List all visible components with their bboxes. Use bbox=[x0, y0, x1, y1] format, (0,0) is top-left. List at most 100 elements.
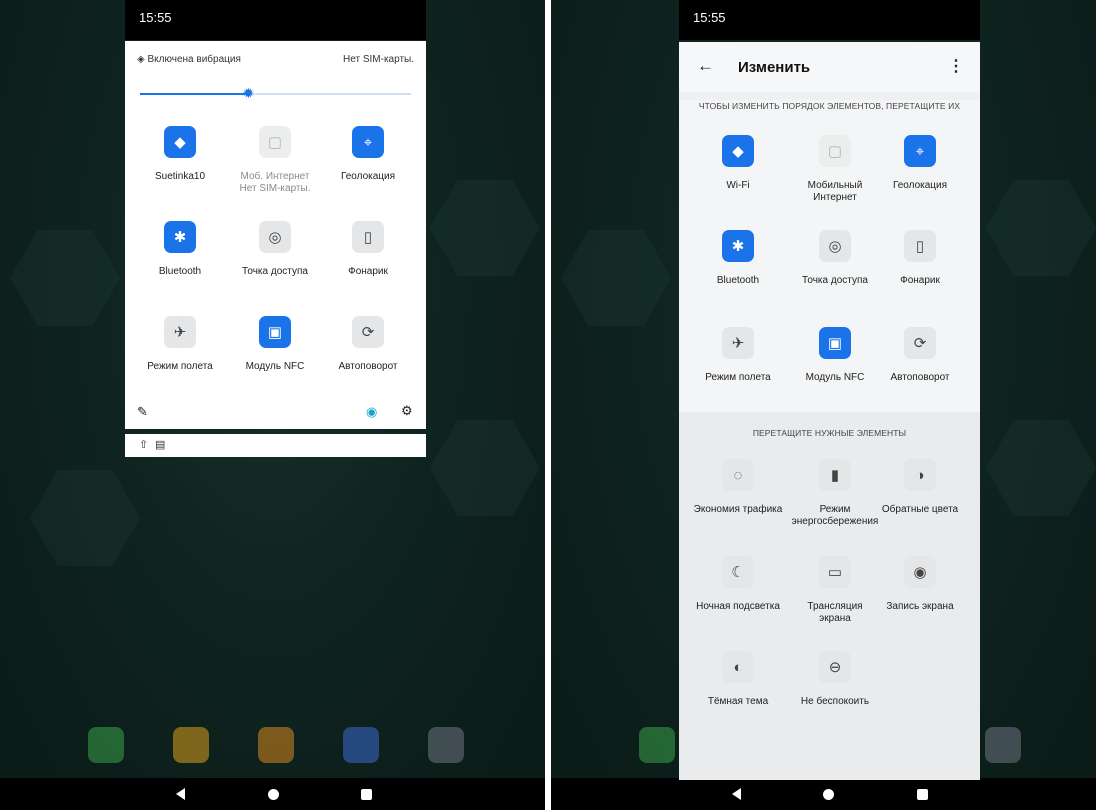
back-icon[interactable] bbox=[732, 788, 741, 800]
tile-location[interactable]: ⌖ Геолокация bbox=[872, 135, 968, 192]
tile-mobile-data[interactable]: ▢ Мобильный Интернет bbox=[787, 135, 883, 204]
tile-hotspot[interactable]: ◎ Точка доступа bbox=[230, 221, 320, 278]
wallpaper-hex bbox=[430, 180, 540, 276]
tile-wifi[interactable]: ◆ Suetinka10 bbox=[135, 126, 225, 183]
nfc-icon: ▣ bbox=[819, 327, 851, 359]
tile-label: Запись экрана bbox=[886, 601, 954, 612]
tile-dark-theme[interactable]: ◐ Тёмная тема bbox=[690, 651, 786, 708]
tile-label: Мобильный Интернет bbox=[807, 180, 863, 203]
tile-cast[interactable]: ▭ Трансляция экрана bbox=[787, 556, 883, 625]
browser-app-icon[interactable] bbox=[343, 727, 379, 763]
messages-app-icon[interactable] bbox=[173, 727, 209, 763]
brightness-slider[interactable]: ✹ bbox=[140, 86, 411, 100]
status-bar: 15:55 bbox=[125, 0, 426, 40]
mobile-data-icon: ▢ bbox=[819, 135, 851, 167]
navigation-bar bbox=[551, 778, 1096, 810]
wifi-icon: ◆ bbox=[722, 135, 754, 167]
flashlight-icon: ▯ bbox=[352, 221, 384, 253]
cast-icon: ▭ bbox=[819, 556, 851, 588]
tile-label: Точка доступа bbox=[242, 266, 308, 277]
hotspot-icon: ◎ bbox=[819, 230, 851, 262]
tile-autorotate[interactable]: ⟳ Автоповорот bbox=[872, 327, 968, 384]
tile-airplane[interactable]: ✈ Режим полета bbox=[690, 327, 786, 384]
wallpaper-hex bbox=[10, 230, 120, 326]
location-icon: ⌖ bbox=[352, 126, 384, 158]
drag-hint: ПЕРЕТАЩИТЕ НУЖНЫЕ ЭЛЕМЕНТЫ bbox=[752, 428, 907, 438]
recents-icon[interactable] bbox=[917, 789, 928, 800]
tile-nfc[interactable]: ▣ Модуль NFC bbox=[787, 327, 883, 384]
vibration-icon: ◈ bbox=[137, 54, 145, 65]
tile-label: Suetinka10 bbox=[154, 171, 206, 182]
more-options-icon[interactable]: ⋮ bbox=[948, 56, 964, 76]
camera-app-icon[interactable] bbox=[985, 727, 1021, 763]
tile-night-light[interactable]: ☾ Ночная подсветка bbox=[690, 556, 786, 613]
wallpaper-hex bbox=[561, 230, 671, 326]
tile-flashlight[interactable]: ▯ Фонарик bbox=[323, 221, 413, 278]
camera-app-icon[interactable] bbox=[428, 727, 464, 763]
user-icon[interactable]: ◉ bbox=[366, 404, 377, 420]
store-app-icon[interactable] bbox=[258, 727, 294, 763]
tile-label: Не беспокоить bbox=[800, 696, 870, 707]
tile-label: Экономия трафика bbox=[693, 504, 783, 515]
tile-label: Wi-Fi bbox=[726, 180, 750, 191]
tile-data-saver[interactable]: ◌ Экономия трафика bbox=[690, 459, 786, 516]
tile-screen-record[interactable]: ◉ Запись экрана bbox=[872, 556, 968, 613]
back-arrow-icon[interactable]: ← bbox=[697, 56, 714, 76]
wallpaper-hex bbox=[430, 420, 540, 516]
edit-header: ← Изменить ⋮ bbox=[679, 42, 980, 92]
tile-do-not-disturb[interactable]: ⊖ Не беспокоить bbox=[787, 651, 883, 708]
data-saver-icon: ◌ bbox=[722, 459, 754, 491]
reorder-hint: ЧТОБЫ ИЗМЕНИТЬ ПОРЯДОК ЭЛЕМЕНТОВ, ПЕРЕТА… bbox=[698, 101, 961, 111]
tile-label: Режим полета bbox=[705, 372, 771, 383]
tile-bluetooth[interactable]: ✱ Bluetooth bbox=[690, 230, 786, 287]
autorotate-icon: ⟳ bbox=[352, 316, 384, 348]
tile-invert-colors[interactable]: ◑ Обратные цвета bbox=[872, 459, 968, 516]
tile-mobile-data[interactable]: ▢ Моб. Интернет Нет SIM-карты. bbox=[230, 126, 320, 195]
edit-pencil-icon[interactable]: ✎ bbox=[137, 404, 148, 420]
tile-hotspot[interactable]: ◎ Точка доступа bbox=[787, 230, 883, 287]
mobile-data-icon: ▢ bbox=[259, 126, 291, 158]
edit-tiles-panel: ← Изменить ⋮ ЧТОБЫ ИЗМЕНИТЬ ПОРЯДОК ЭЛЕМ… bbox=[679, 42, 980, 780]
tile-label: Фонарик bbox=[348, 266, 388, 277]
wifi-icon: ◆ bbox=[164, 126, 196, 158]
tile-battery-saver[interactable]: ▮ Режим энергосбережения bbox=[787, 459, 883, 528]
phone-app-icon[interactable] bbox=[639, 727, 675, 763]
bluetooth-icon: ✱ bbox=[722, 230, 754, 262]
dark-theme-icon: ◐ bbox=[722, 651, 754, 683]
quick-settings-panel: ◈ Включена вибрация Нет SIM-карты. ✹ ◆ Su… bbox=[125, 41, 426, 429]
upload-icon: ⇧ bbox=[139, 439, 149, 451]
tile-label: Bluetooth bbox=[716, 275, 760, 286]
home-icon[interactable] bbox=[823, 789, 834, 800]
home-icon[interactable] bbox=[268, 789, 279, 800]
tile-autorotate[interactable]: ⟳ Автоповорот bbox=[323, 316, 413, 373]
vibration-status: ◈ Включена вибрация bbox=[137, 54, 241, 65]
tile-label: Фонарик bbox=[900, 275, 940, 286]
tile-airplane[interactable]: ✈ Режим полета bbox=[135, 316, 225, 373]
tile-label: Режим энергосбережения bbox=[791, 504, 879, 527]
tile-label: Геолокация bbox=[892, 180, 948, 191]
status-time: 15:55 bbox=[139, 10, 172, 25]
tile-wifi[interactable]: ◆ Wi-Fi bbox=[690, 135, 786, 192]
tile-label: Моб. Интернет Нет SIM-карты. bbox=[239, 171, 311, 194]
sd-card-icon: ▤ bbox=[155, 439, 166, 451]
tile-bluetooth[interactable]: ✱ Bluetooth bbox=[135, 221, 225, 278]
tile-label: Режим полета bbox=[147, 361, 213, 372]
tile-flashlight[interactable]: ▯ Фонарик bbox=[872, 230, 968, 287]
brightness-icon[interactable]: ✹ bbox=[241, 86, 255, 100]
tile-label: Тёмная тема bbox=[707, 696, 769, 707]
tile-label: Обратные цвета bbox=[881, 504, 959, 515]
status-bar: 15:55 bbox=[679, 0, 980, 40]
notification-row[interactable]: ⇧ ▤ bbox=[125, 434, 426, 457]
screen-record-icon: ◉ bbox=[904, 556, 936, 588]
tile-label: Модуль NFC bbox=[245, 361, 305, 372]
tile-label: Автоповорот bbox=[890, 372, 950, 383]
nfc-icon: ▣ bbox=[259, 316, 291, 348]
settings-gear-icon[interactable]: ⚙ bbox=[401, 403, 413, 419]
recents-icon[interactable] bbox=[361, 789, 372, 800]
tile-nfc[interactable]: ▣ Модуль NFC bbox=[230, 316, 320, 373]
bluetooth-icon: ✱ bbox=[164, 221, 196, 253]
back-icon[interactable] bbox=[176, 788, 185, 800]
phone-app-icon[interactable] bbox=[88, 727, 124, 763]
wallpaper-hex bbox=[986, 420, 1096, 516]
tile-location[interactable]: ⌖ Геолокация bbox=[323, 126, 413, 183]
